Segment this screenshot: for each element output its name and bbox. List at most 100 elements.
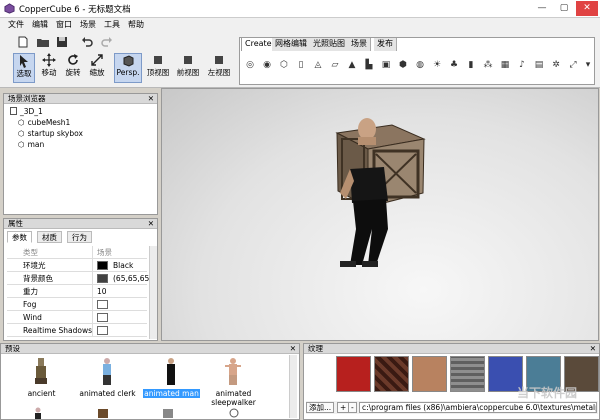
presets-scrollbar[interactable] — [289, 355, 297, 418]
texture-thumb-skin-red[interactable] — [374, 356, 409, 392]
stairs-icon[interactable]: ▙ — [364, 60, 374, 70]
camera-icon[interactable]: ▤ — [534, 60, 544, 70]
property-row-shadows[interactable]: Realtime Shadows — [7, 324, 147, 337]
tab-mesh-edit[interactable]: 网格编辑 — [272, 38, 311, 51]
rotate-icon — [68, 54, 78, 65]
texture-thumb-mouth[interactable] — [336, 356, 371, 392]
tab-create[interactable]: Create — [241, 37, 276, 51]
tree-item-man[interactable]: ⬡ man — [18, 139, 44, 150]
more-icon[interactable]: ▾ — [583, 60, 593, 70]
cube-icon[interactable]: ⬡ — [279, 60, 289, 70]
tab-params[interactable]: 参数 — [7, 231, 32, 243]
cone-icon[interactable]: ◬ — [313, 60, 323, 70]
billboard-icon[interactable]: ▮ — [466, 60, 476, 70]
color-swatch[interactable] — [97, 261, 108, 270]
scale-tool-button[interactable]: 缩放 — [86, 53, 108, 83]
cube-node-icon: ⬡ — [18, 118, 25, 127]
add-texture-button[interactable]: 添加... — [306, 402, 335, 413]
water-icon[interactable]: ◍ — [415, 60, 425, 70]
remove-minus-button[interactable]: - — [348, 402, 357, 413]
tree-icon[interactable]: ♣ — [449, 60, 459, 70]
properties-scrollbar[interactable] — [149, 246, 157, 339]
perspective-view-button[interactable]: Persp. — [114, 53, 142, 83]
preset-row2-chest-icon[interactable] — [96, 407, 110, 419]
select-tool-button[interactable]: 选取 — [13, 53, 35, 83]
menu-edit[interactable]: 编辑 — [32, 19, 48, 30]
3d-viewport[interactable] — [161, 88, 599, 341]
path-icon[interactable]: ▦ — [500, 60, 510, 70]
tab-publish[interactable]: 发布 — [374, 38, 397, 51]
close-icon[interactable]: ✕ — [590, 344, 596, 354]
preset-animated-man[interactable]: animated man — [139, 356, 204, 404]
menu-help[interactable]: 帮助 — [128, 19, 144, 30]
preset-row2-item-icon[interactable] — [227, 407, 241, 419]
tree-item-cubemesh[interactable]: ⬡ cubeMesh1 — [18, 117, 70, 128]
open-folder-icon[interactable] — [36, 36, 50, 48]
gear-icon[interactable]: ✲ — [551, 60, 561, 70]
move-tool-label: 移动 — [41, 68, 57, 77]
left-view-label: 左视图 — [207, 68, 231, 77]
fog-checkbox[interactable] — [97, 300, 108, 309]
maximize-button[interactable]: ▢ — [553, 1, 575, 16]
scene-browser-header: 场景浏览器 ✕ — [4, 94, 157, 104]
wind-checkbox[interactable] — [97, 313, 108, 322]
plane-icon[interactable]: ▱ — [330, 60, 340, 70]
preset-animated-sleepwalker[interactable]: animated sleepwalker — [201, 356, 266, 407]
tab-scene[interactable]: 场景 — [348, 38, 371, 51]
coppercube-logo-icon — [4, 3, 15, 14]
preset-animated-clerk[interactable]: animated clerk — [75, 356, 140, 404]
close-icon[interactable]: ✕ — [290, 344, 296, 354]
close-button[interactable]: ✕ — [576, 1, 598, 16]
top-view-label: 顶视图 — [146, 68, 170, 77]
particle-icon[interactable]: ⁂ — [483, 60, 493, 70]
box-icon[interactable]: ▣ — [381, 60, 391, 70]
watermark-text: 当下软件园 — [517, 386, 578, 400]
top-view-button[interactable]: 顶视图 — [145, 53, 171, 83]
rotate-tool-button[interactable]: 旋转 — [62, 53, 84, 83]
move-tool-button[interactable]: 移动 — [38, 53, 60, 83]
redo-icon[interactable] — [101, 36, 113, 48]
preset-ancient[interactable]: ancient — [9, 356, 74, 404]
close-icon[interactable]: ✕ — [148, 219, 154, 229]
menu-file[interactable]: 文件 — [8, 19, 24, 30]
menu-scene[interactable]: 场景 — [80, 19, 96, 30]
preset-row2-figure-icon[interactable] — [31, 407, 45, 419]
menu-window[interactable]: 窗口 — [56, 19, 72, 30]
sphere-alt-icon[interactable]: ◉ — [262, 60, 272, 70]
light-icon[interactable]: ☀ — [432, 60, 442, 70]
sound-icon[interactable]: ♪ — [517, 60, 527, 70]
minimize-button[interactable]: — — [531, 1, 553, 16]
skybox-icon[interactable]: ⬢ — [398, 60, 408, 70]
texture-thumb-face[interactable] — [412, 356, 447, 392]
property-value: Black — [113, 261, 134, 270]
preset-row2-box-icon[interactable] — [161, 407, 175, 419]
close-icon[interactable]: ✕ — [148, 94, 154, 104]
property-value[interactable]: 10 — [97, 285, 107, 298]
left-view-button[interactable]: 左视图 — [206, 53, 232, 83]
property-row-fog[interactable]: Fog — [7, 298, 147, 311]
tab-material[interactable]: 材质 — [37, 231, 62, 243]
menu-tools[interactable]: 工具 — [104, 19, 120, 30]
property-row-ambient[interactable]: 环境光 Black — [7, 259, 147, 272]
cylinder-icon[interactable]: ▯ — [296, 60, 306, 70]
textures-header: 纹理 ✕ — [304, 344, 599, 354]
tab-behavior[interactable]: 行为 — [67, 231, 92, 243]
connect-icon[interactable]: ⤢ — [568, 60, 578, 70]
cursor-icon — [20, 55, 28, 68]
property-row-bgcolor[interactable]: 背景颜色 (65,65,65) — [7, 272, 152, 285]
front-view-button[interactable]: 前视图 — [175, 53, 201, 83]
shadows-checkbox[interactable] — [97, 326, 108, 335]
color-swatch[interactable] — [97, 274, 108, 283]
sphere-icon[interactable]: ◎ — [245, 60, 255, 70]
tree-item-skybox[interactable]: ⬡ startup skybox — [18, 128, 83, 139]
save-icon[interactable] — [56, 36, 68, 48]
tab-lightmap[interactable]: 光照贴图 — [310, 38, 349, 51]
texture-thumb-metal[interactable] — [450, 356, 485, 392]
property-row-gravity[interactable]: 重力 10 — [7, 285, 147, 298]
terrain-icon[interactable]: ▲ — [347, 60, 357, 70]
property-row-wind[interactable]: Wind — [7, 311, 147, 324]
tree-item-root[interactable]: _3D_1 — [10, 106, 43, 117]
new-file-icon[interactable] — [17, 36, 29, 48]
undo-icon[interactable] — [81, 36, 93, 48]
preset-label: animated man — [143, 389, 200, 398]
